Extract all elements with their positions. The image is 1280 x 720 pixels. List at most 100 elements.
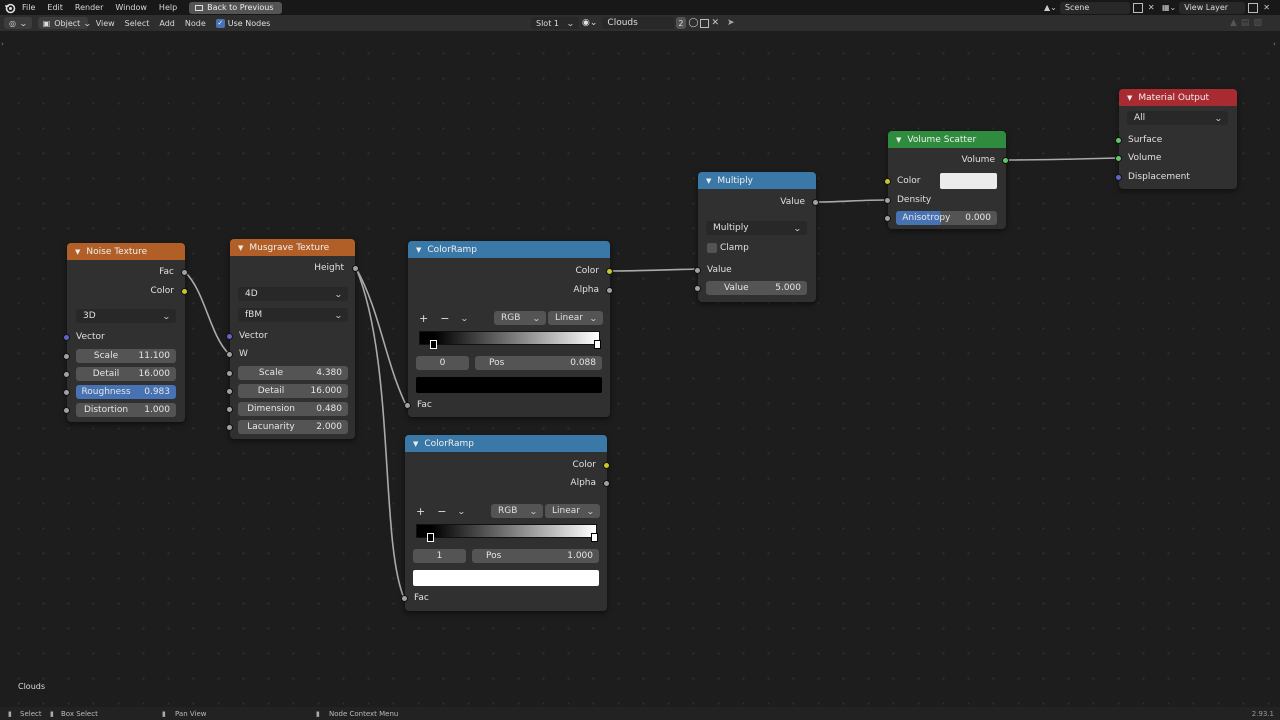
detail-input-socket[interactable] (226, 388, 233, 395)
ramp-stop-active[interactable] (430, 340, 437, 349)
musgrave-texture-node[interactable]: ▼ Musgrave Texture Height 4D ⌄ fBM ⌄ Vec… (226, 239, 359, 439)
interpolation-dropdown[interactable]: Linear ⌄ (545, 504, 600, 518)
musgrave-dimension-dropdown[interactable]: 4D ⌄ (238, 287, 348, 301)
menu-add[interactable]: Add (159, 19, 175, 28)
menu-node[interactable]: Node (185, 19, 206, 28)
menu-window[interactable]: Window (115, 3, 147, 12)
dimension-input-socket[interactable] (226, 406, 233, 413)
node-header[interactable]: ▼ Multiply (698, 172, 816, 189)
blender-logo-icon[interactable] (4, 2, 16, 14)
height-output-socket[interactable] (352, 265, 359, 272)
noise-detail-field[interactable]: Detail 16.000 (76, 367, 176, 381)
distortion-input-socket[interactable] (63, 407, 70, 414)
stop-color-swatch[interactable] (416, 377, 602, 393)
ramp-stop[interactable] (427, 533, 434, 542)
add-stop-button[interactable]: + (419, 312, 428, 325)
scale-input-socket[interactable] (63, 353, 70, 360)
menu-edit[interactable]: Edit (47, 3, 63, 12)
pin-icon[interactable]: ➤ (727, 18, 735, 28)
math-operation-dropdown[interactable]: Multiply ⌄ (706, 221, 807, 235)
menu-file[interactable]: File (22, 3, 35, 12)
ramp-stop-active[interactable] (591, 533, 598, 542)
active-stop-index-field[interactable]: 1 (413, 549, 466, 563)
lacunarity-input-socket[interactable] (226, 424, 233, 431)
value-input-socket-1[interactable] (694, 267, 701, 274)
math-multiply-node[interactable]: ▼ Multiply Value Multiply ⌄ Clamp Value … (694, 172, 819, 302)
musgrave-detail-field[interactable]: Detail 16.000 (238, 384, 348, 398)
scene-name-field[interactable]: Scene (1059, 1, 1130, 14)
node-header[interactable]: ▼ ColorRamp (408, 241, 610, 258)
stop-position-field[interactable]: Pos 0.088 (475, 356, 602, 370)
noise-scale-field[interactable]: Scale 11.100 (76, 349, 176, 363)
remove-stop-button[interactable]: − (437, 505, 446, 518)
fac-input-socket[interactable] (401, 595, 408, 602)
anisotropy-field[interactable]: Anisotropy 0.000 (896, 211, 997, 225)
node-header[interactable]: ▼ Volume Scatter (888, 131, 1006, 148)
color-output-socket[interactable] (181, 288, 188, 295)
color-mode-dropdown[interactable]: RGB ⌄ (491, 504, 543, 518)
view-layer-copy-icon[interactable] (1248, 2, 1259, 13)
node-header[interactable]: ▼ Noise Texture (67, 243, 185, 260)
volume-output-socket[interactable] (1002, 157, 1009, 164)
unlink-material-icon[interactable]: ✕ (711, 18, 719, 28)
color-output-socket[interactable] (603, 462, 610, 469)
snap-target-icon[interactable]: ▧ (1253, 18, 1262, 28)
snap-icon[interactable]: ▤ (1241, 18, 1250, 28)
w-input-socket[interactable] (226, 351, 233, 358)
fac-input-socket[interactable] (404, 402, 411, 409)
back-to-previous-button[interactable]: Back to Previous (189, 1, 282, 14)
color-input-socket[interactable] (884, 178, 891, 185)
material-output-node[interactable]: ▼ Material Output All ⌄ Surface Volume D… (1115, 89, 1237, 189)
use-nodes-toggle[interactable]: ✓ Use Nodes (215, 18, 270, 28)
surface-input-socket[interactable] (1115, 137, 1122, 144)
scene-close-icon[interactable]: ✕ (1148, 3, 1155, 12)
colorramp-node-2[interactable]: ▼ ColorRamp Color Alpha + − ⌄ RGB ⌄ Line… (401, 435, 610, 611)
collapse-triangle-icon[interactable]: ▼ (416, 246, 421, 254)
editor-type-dropdown[interactable]: ◎ ⌄ (4, 17, 32, 29)
menu-select[interactable]: Select (125, 19, 150, 28)
collapse-triangle-icon[interactable]: ▼ (706, 177, 711, 185)
ramp-menu-chevron-icon[interactable]: ⌄ (457, 507, 466, 516)
material-name-field[interactable]: Clouds (602, 17, 675, 29)
collapse-triangle-icon[interactable]: ▼ (75, 248, 80, 256)
scene-icon[interactable]: ▲⌄ (1044, 3, 1057, 12)
active-stop-index-field[interactable]: 0 (416, 356, 469, 370)
collapse-triangle-icon[interactable]: ▼ (238, 244, 243, 252)
noise-texture-node[interactable]: ▼ Noise Texture Fac Color 3D ⌄ Vector Sc… (63, 243, 188, 422)
parent-node-tree-icon[interactable]: ▲ (1230, 18, 1237, 28)
stop-position-field[interactable]: Pos 1.000 (472, 549, 599, 563)
material-sphere-icon[interactable]: ◉⌄ (582, 18, 597, 28)
color-output-socket[interactable] (606, 268, 613, 275)
musgrave-lacunarity-field[interactable]: Lacunarity 2.000 (238, 420, 348, 434)
object-mode-dropdown[interactable]: ▣ Object ⌄ (37, 17, 92, 29)
musgrave-scale-field[interactable]: Scale 4.380 (238, 366, 348, 380)
volume-scatter-node[interactable]: ▼ Volume Scatter Volume Color Density An… (884, 131, 1009, 229)
volume-input-socket[interactable] (1115, 155, 1122, 162)
user-count-badge[interactable]: 2 (676, 17, 687, 29)
musgrave-dimension-field[interactable]: Dimension 0.480 (238, 402, 348, 416)
collapse-triangle-icon[interactable]: ▼ (413, 440, 418, 448)
scale-input-socket[interactable] (226, 370, 233, 377)
color-ramp-gradient[interactable] (419, 331, 600, 345)
menu-help[interactable]: Help (159, 3, 177, 12)
remove-stop-button[interactable]: − (440, 312, 449, 325)
menu-view[interactable]: View (96, 19, 115, 28)
noise-distortion-field[interactable]: Distortion 1.000 (76, 403, 176, 417)
collapse-triangle-icon[interactable]: ▼ (896, 136, 901, 144)
musgrave-type-dropdown[interactable]: fBM ⌄ (238, 308, 348, 322)
density-input-socket[interactable] (884, 197, 891, 204)
vector-input-socket[interactable] (63, 334, 70, 341)
roughness-input-socket[interactable] (63, 389, 70, 396)
output-target-dropdown[interactable]: All ⌄ (1127, 111, 1228, 125)
duplicate-material-icon[interactable] (700, 18, 710, 28)
scatter-color-swatch[interactable] (940, 173, 997, 189)
detail-input-socket[interactable] (63, 371, 70, 378)
fac-output-socket[interactable] (181, 269, 188, 276)
value-output-socket[interactable] (812, 199, 819, 206)
interpolation-dropdown[interactable]: Linear ⌄ (548, 311, 603, 325)
noise-roughness-field[interactable]: Roughness 0.983 (76, 385, 176, 399)
view-layer-icon[interactable]: ▦⌄ (1162, 3, 1176, 12)
stop-color-swatch[interactable] (413, 570, 599, 586)
scene-copy-icon[interactable] (1132, 2, 1143, 13)
node-header[interactable]: ▼ Material Output (1119, 89, 1237, 106)
